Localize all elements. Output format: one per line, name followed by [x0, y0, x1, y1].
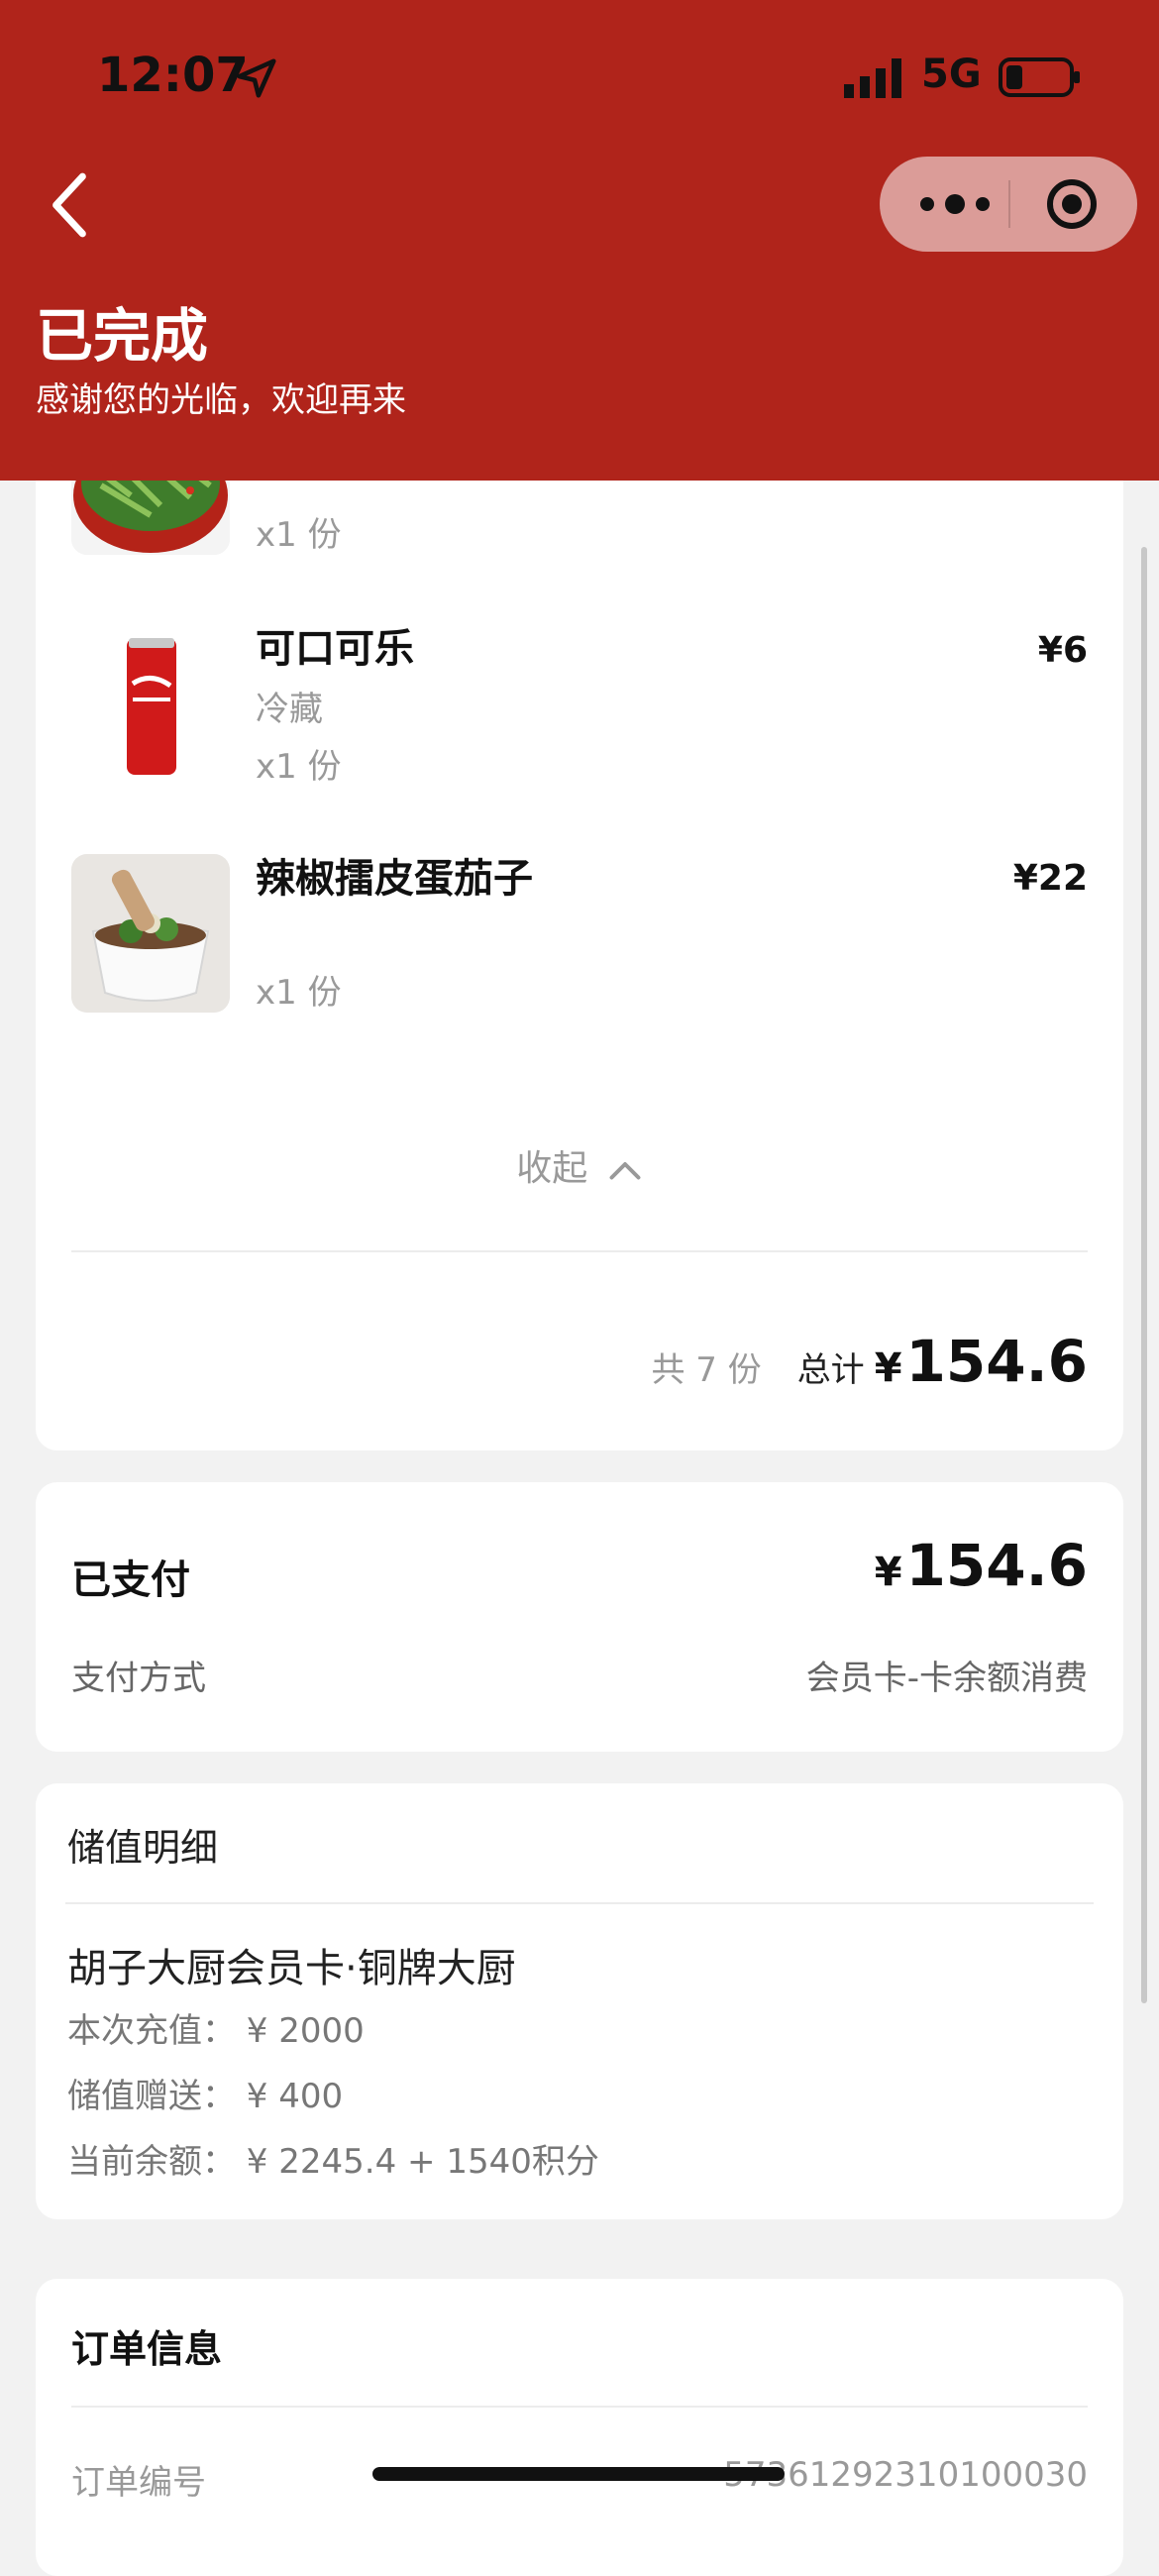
network-label: 5G: [921, 52, 982, 97]
total-currency: ¥: [874, 1345, 902, 1391]
order-number-label: 订单编号: [71, 2463, 206, 2503]
order-items-card: x1 份 可口可乐 冷藏 x1 份 ¥6 辣椒擂皮蛋茄子 x1 份 ¥22 收起: [36, 426, 1123, 1450]
page-title: 已完成: [36, 302, 209, 370]
cola-can-icon: [71, 624, 230, 783]
chevron-up-icon: [609, 1162, 641, 1180]
header-bar: 12:07 5G 已完成 感谢您的光临，欢迎再来: [0, 0, 1159, 481]
item-qty: x1 份: [256, 973, 342, 1013]
order-info-title: 订单信息: [71, 2327, 223, 2371]
status-time: 12:07: [97, 48, 249, 103]
battery-icon: [999, 57, 1080, 97]
mini-program-capsule: [880, 157, 1137, 252]
member-card-name: 胡子大厨会员卡·铜牌大厨: [67, 1946, 516, 1991]
payment-amount: ¥ 154.6: [875, 1532, 1088, 1599]
balance-line: 当前余额： ¥ 2245.4 + 1540积分: [67, 2142, 599, 2182]
signal-icon: [844, 58, 901, 98]
order-summary: 共 7 份 总计 ¥ 154.6: [651, 1328, 1088, 1395]
item-spec: 冷藏: [256, 690, 323, 729]
collapse-button[interactable]: 收起: [36, 1139, 1123, 1191]
item-qty: x1 份: [256, 515, 342, 555]
page-subtitle: 感谢您的光临，欢迎再来: [36, 380, 406, 420]
dish-eggplant-icon: [71, 854, 230, 1013]
stored-value-title: 储值明细: [67, 1826, 219, 1870]
item-qty: x1 份: [256, 747, 342, 787]
item-name: 辣椒擂皮蛋茄子: [256, 856, 533, 902]
item-image-cola: [71, 624, 230, 783]
divider: [71, 1250, 1088, 1252]
total-label: 总计: [796, 1350, 865, 1390]
payment-method-label: 支付方式: [71, 1659, 206, 1698]
close-target-icon[interactable]: [1044, 176, 1100, 232]
payment-card: 已支付 ¥ 154.6 支付方式 会员卡-卡余额消费: [36, 1482, 1123, 1752]
collapse-label: 收起: [516, 1148, 588, 1189]
payment-method-value: 会员卡-卡余额消费: [805, 1659, 1088, 1698]
divider: [71, 2406, 1088, 2408]
more-icon[interactable]: [915, 184, 995, 224]
total-amount: 154.6: [905, 1328, 1088, 1395]
payment-amount-value: 154.6: [905, 1532, 1088, 1599]
stored-value-card: 储值明细 胡子大厨会员卡·铜牌大厨 本次充值： ¥ 2000 储值赠送： ¥ 4…: [36, 1783, 1123, 2219]
item-image-eggplant: [71, 854, 230, 1013]
payment-currency: ¥: [874, 1550, 902, 1595]
recharge-line: 本次充值： ¥ 2000: [67, 2011, 365, 2051]
item-price: ¥22: [1012, 858, 1088, 899]
payment-status: 已支付: [71, 1557, 190, 1603]
home-indicator: [372, 2467, 785, 2481]
capsule-divider: [1008, 180, 1010, 228]
gift-line: 储值赠送： ¥ 400: [67, 2077, 344, 2116]
item-count: 共 7 份: [651, 1350, 762, 1390]
back-chevron-icon[interactable]: [46, 170, 95, 240]
item-price: ¥6: [1037, 630, 1088, 671]
item-name: 可口可乐: [256, 626, 414, 672]
divider: [65, 1902, 1094, 1904]
order-info-card: 订单信息 订单编号 57361292310100030: [36, 2279, 1123, 2576]
scrollbar[interactable]: [1141, 547, 1147, 2003]
location-arrow-icon: [237, 58, 276, 98]
